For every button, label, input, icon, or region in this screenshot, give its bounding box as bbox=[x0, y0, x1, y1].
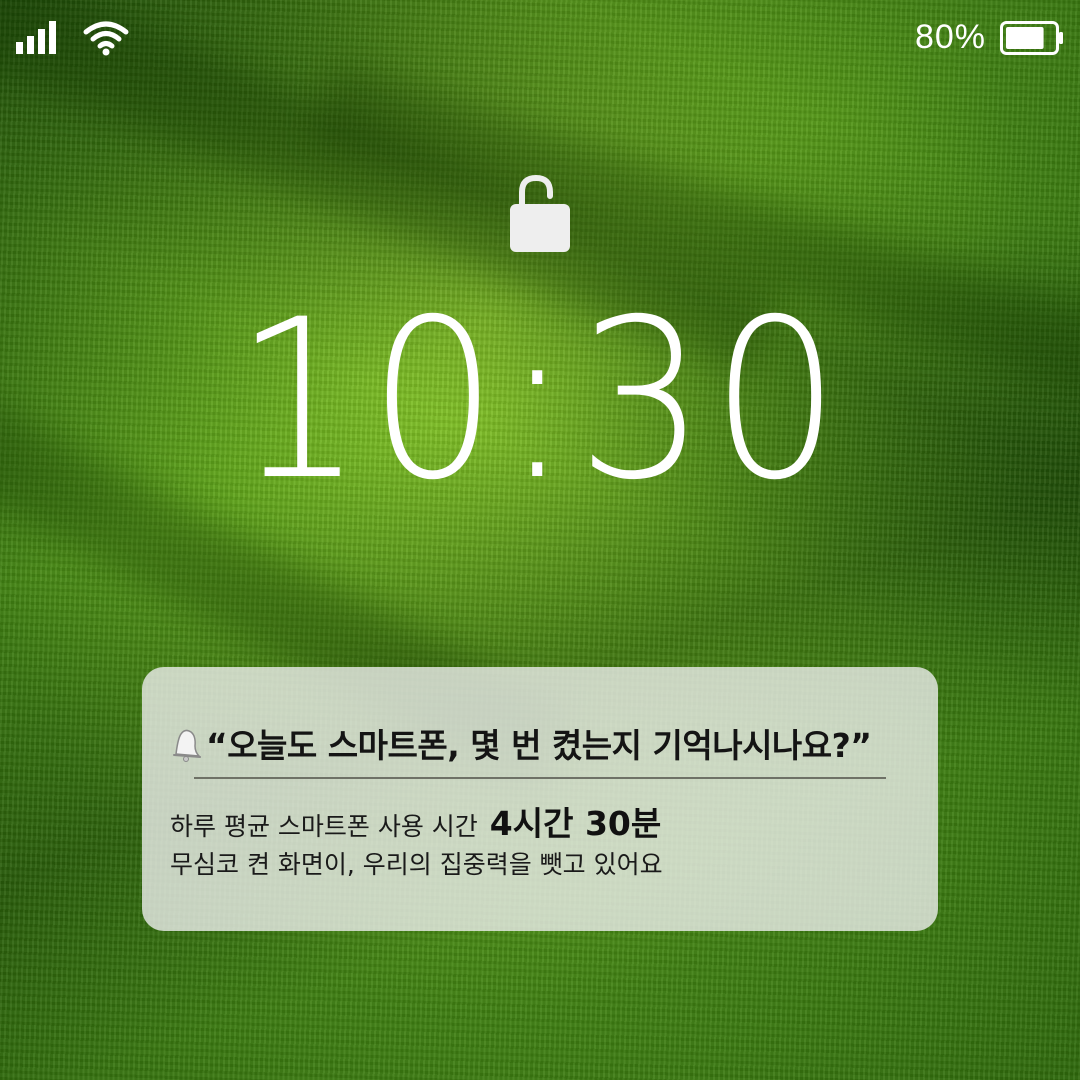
battery-fill bbox=[1006, 27, 1044, 49]
notification-header: “오늘도 스마트폰, 몇 번 켰는지 기억나시나요?” bbox=[168, 719, 872, 767]
notification-title: “오늘도 스마트폰, 몇 번 켰는지 기억나시나요?” bbox=[206, 726, 872, 765]
battery-percentage: 80% bbox=[914, 18, 986, 56]
lock-screen-clock: 10:30 bbox=[234, 272, 846, 528]
notification-card[interactable]: “오늘도 스마트폰, 몇 번 켰는지 기억나시나요?” 하루 평균 스마트폰 사… bbox=[142, 667, 938, 931]
cellular-signal-icon bbox=[16, 20, 60, 54]
unlocked-padlock-icon[interactable] bbox=[508, 172, 572, 254]
status-bar: 80% bbox=[0, 0, 1080, 80]
usage-label: 하루 평균 스마트폰 사용 시간 bbox=[170, 812, 478, 841]
lock-screen: 80% 10:30 “오늘도 스마트폰, 몇 번 켰는지 기억나시나요?” 하루… bbox=[0, 0, 1080, 1080]
notification-usage-line: 하루 평균 스마트폰 사용 시간 4시간 30분 bbox=[170, 797, 661, 845]
battery-icon bbox=[1000, 21, 1063, 55]
wifi-icon bbox=[83, 21, 129, 56]
notification-divider bbox=[194, 777, 886, 779]
usage-value: 4시간 30분 bbox=[489, 804, 662, 843]
notification-body: 무심코 켠 화면이, 우리의 집중력을 뺏고 있어요 bbox=[170, 850, 663, 879]
bell-icon bbox=[173, 729, 201, 762]
